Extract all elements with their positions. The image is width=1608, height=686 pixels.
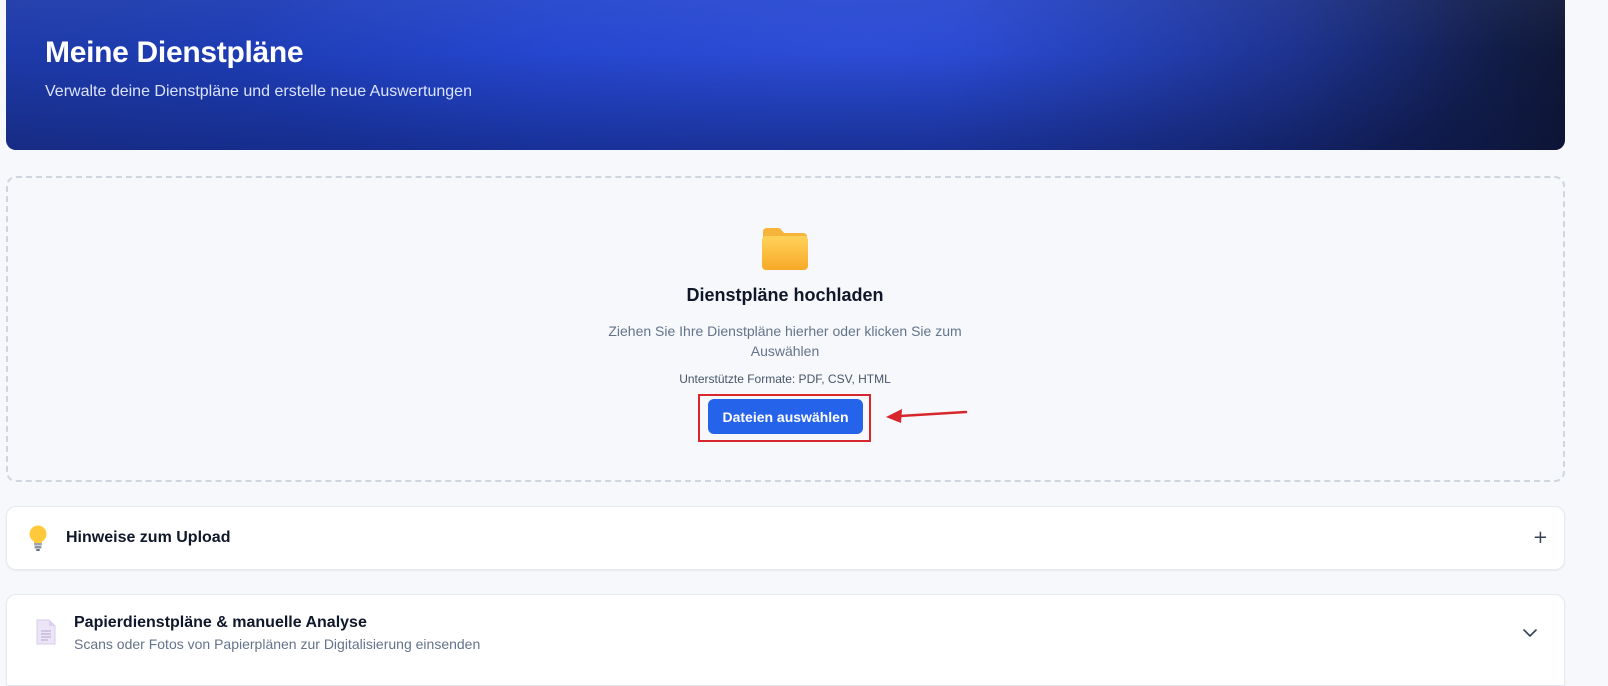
hints-accordion[interactable]: Hinweise zum Upload + bbox=[6, 506, 1565, 570]
supported-formats: Unterstützte Formate: PDF, CSV, HTML bbox=[679, 372, 891, 386]
document-icon bbox=[36, 619, 56, 645]
hints-title: Hinweise zum Upload bbox=[66, 529, 231, 546]
paper-accordion[interactable]: Papierdienstpläne & manuelle Analyse Sca… bbox=[6, 594, 1565, 686]
paper-title: Papierdienstpläne & manuelle Analyse bbox=[74, 614, 367, 631]
folder-icon bbox=[762, 228, 808, 270]
annotation-arrow bbox=[886, 409, 968, 423]
page-subtitle: Verwalte deine Dienstpläne und erstelle … bbox=[45, 83, 472, 100]
page-title: Meine Dienstpläne bbox=[45, 36, 304, 69]
select-files-button[interactable]: Dateien auswählen bbox=[708, 399, 863, 434]
header-banner: Meine Dienstpläne Verwalte deine Dienstp… bbox=[6, 0, 1565, 150]
upload-description: Ziehen Sie Ihre Dienstpläne hierher oder… bbox=[608, 323, 962, 359]
upload-title: Dienstpläne hochladen bbox=[686, 285, 884, 305]
page: Meine Dienstpläne Verwalte deine Dienstp… bbox=[0, 0, 1608, 686]
paper-subtitle: Scans oder Fotos von Papierplänen zur Di… bbox=[74, 636, 481, 652]
lightbulb-icon bbox=[29, 525, 47, 551]
expand-plus-icon[interactable]: + bbox=[1533, 527, 1548, 548]
chevron-down-icon[interactable] bbox=[1522, 625, 1538, 641]
